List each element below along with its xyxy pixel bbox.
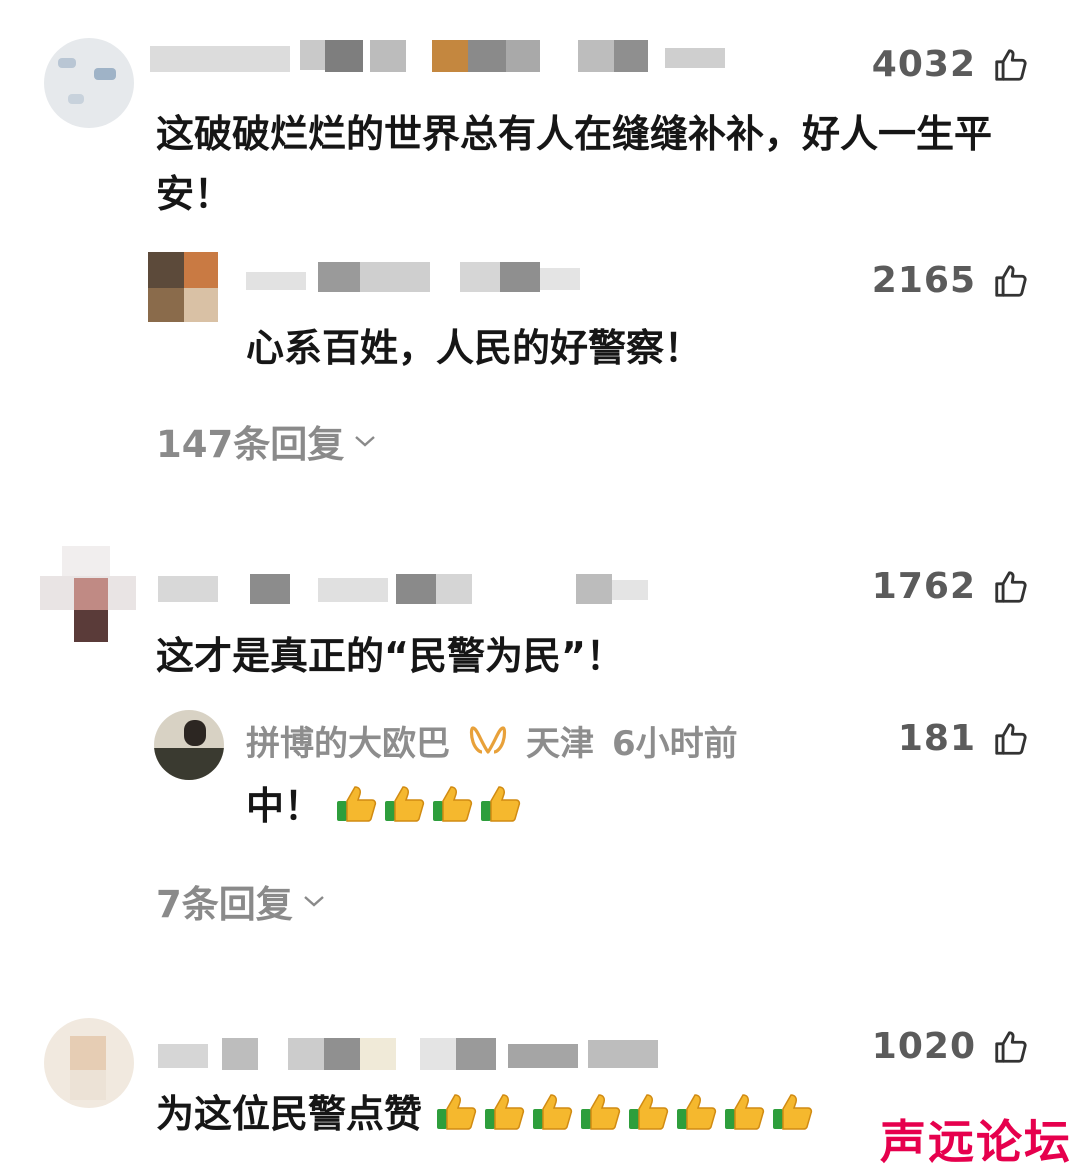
thumbs-up-emoji — [677, 1094, 717, 1130]
username-redacted[interactable] — [158, 570, 658, 606]
reply-text: 中！ — [246, 776, 527, 836]
reply-time: 6小时前 — [612, 724, 738, 764]
chevron-down-icon — [303, 896, 324, 907]
thumbs-up-emoji — [725, 1094, 765, 1130]
thumbs-up-emoji — [481, 786, 521, 822]
comment-text: 这破破烂烂的世界总有人在缝缝补补，好人一生平安！ — [156, 112, 993, 216]
avatar[interactable] — [44, 1018, 134, 1108]
comment-text: 这才是真正的“民警为民”！ — [156, 634, 624, 678]
like-area[interactable]: 4032 — [872, 44, 1030, 85]
thumbs-up-emoji — [581, 1094, 621, 1130]
username-redacted[interactable] — [150, 40, 730, 74]
like-area[interactable]: 1762 — [872, 566, 1030, 607]
chevron-down-icon — [355, 436, 376, 447]
like-count: 1020 — [871, 1026, 976, 1067]
like-area[interactable]: 2165 — [872, 260, 1030, 301]
like-count: 181 — [897, 718, 976, 759]
comment-text-content: 为这位民警点赞 — [156, 1092, 423, 1136]
thumbs-up-outline-icon[interactable] — [992, 1028, 1030, 1066]
emoji-row — [435, 1092, 819, 1136]
reply-username[interactable]: 拼博的大欧巴 — [246, 716, 450, 765]
reply-count: 147条回复 — [156, 423, 345, 466]
like-area[interactable]: 1020 — [872, 1026, 1030, 1067]
thumbs-up-emoji — [433, 786, 473, 822]
thumbs-up-outline-icon[interactable] — [992, 46, 1030, 84]
reply-text-content: 中！ — [246, 784, 323, 828]
avatar[interactable] — [44, 38, 134, 128]
like-count: 2165 — [871, 260, 976, 301]
like-count: 1762 — [871, 566, 976, 607]
username-redacted[interactable] — [246, 260, 586, 294]
username-redacted[interactable] — [158, 1034, 668, 1074]
reply-count: 7条回复 — [156, 883, 293, 926]
avatar[interactable] — [154, 710, 224, 780]
thumbs-up-emoji — [533, 1094, 573, 1130]
reply-text: 心系百姓，人民的好警察！ — [246, 326, 703, 370]
emoji-row — [335, 784, 527, 828]
thumbs-up-outline-icon[interactable] — [992, 568, 1030, 606]
like-count: 4032 — [871, 44, 976, 85]
thumbs-up-emoji — [629, 1094, 669, 1130]
avatar[interactable] — [40, 546, 136, 642]
site-watermark: 声远论坛 — [880, 1115, 1072, 1169]
reply-location: 天津 — [526, 724, 594, 764]
view-replies-button[interactable]: 147条回复 — [156, 414, 376, 468]
thumbs-up-outline-icon[interactable] — [992, 262, 1030, 300]
thumbs-up-emoji — [385, 786, 425, 822]
thumbs-up-emoji — [773, 1094, 813, 1130]
thumbs-up-emoji — [437, 1094, 477, 1130]
thumbs-up-emoji — [337, 786, 377, 822]
thumbs-up-outline-icon[interactable] — [992, 720, 1030, 758]
reply-user-line: 拼博的大欧巴 天津 6小时前 — [246, 716, 738, 765]
vip-badge-icon — [469, 725, 507, 754]
avatar[interactable] — [148, 252, 218, 322]
thumbs-up-emoji — [485, 1094, 525, 1130]
view-replies-button[interactable]: 7条回复 — [156, 874, 325, 928]
like-area[interactable]: 181 — [898, 718, 1030, 759]
comment-text: 为这位民警点赞 — [156, 1084, 819, 1144]
